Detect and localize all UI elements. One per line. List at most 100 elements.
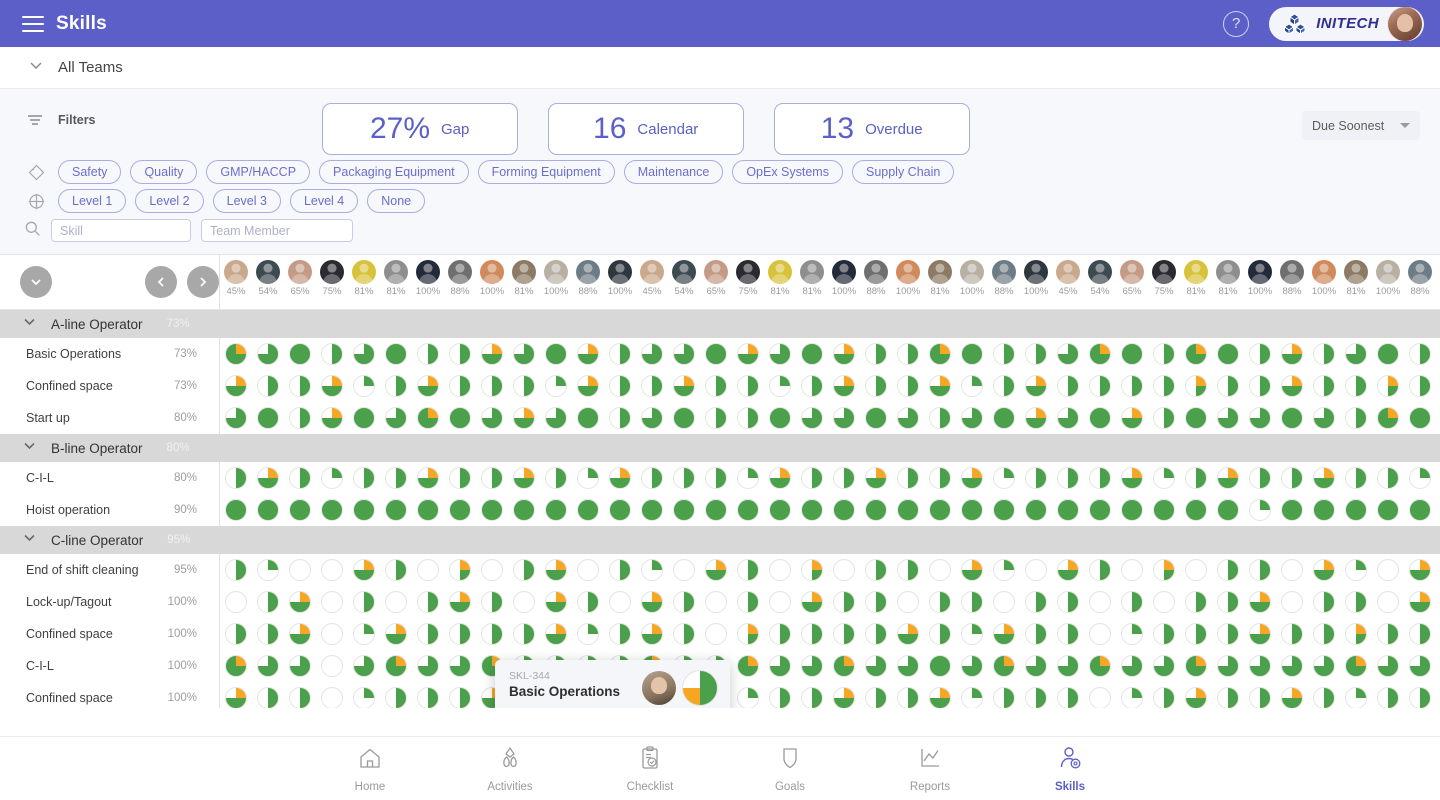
- matrix-cell[interactable]: [508, 467, 540, 489]
- person-column[interactable]: 100%: [1372, 260, 1404, 297]
- matrix-cell[interactable]: [316, 407, 348, 429]
- matrix-cell[interactable]: [220, 655, 252, 677]
- person-avatar[interactable]: [1184, 260, 1208, 284]
- matrix-cell[interactable]: [412, 623, 444, 645]
- matrix-cell[interactable]: [1212, 467, 1244, 489]
- matrix-cell[interactable]: [828, 343, 860, 365]
- person-avatar[interactable]: [1248, 260, 1272, 284]
- matrix-cell[interactable]: [1276, 591, 1308, 613]
- person-avatar[interactable]: [928, 260, 952, 284]
- matrix-cell[interactable]: [956, 407, 988, 429]
- person-avatar[interactable]: [1024, 260, 1048, 284]
- nav-item-checklist[interactable]: Checklist: [580, 745, 720, 793]
- person-avatar[interactable]: [1280, 260, 1304, 284]
- matrix-cell[interactable]: [252, 591, 284, 613]
- person-avatar[interactable]: [1312, 260, 1336, 284]
- matrix-cell[interactable]: [1180, 343, 1212, 365]
- person-avatar[interactable]: [768, 260, 792, 284]
- matrix-cell[interactable]: [636, 559, 668, 581]
- skill-row[interactable]: Confined space 100%: [0, 618, 1440, 650]
- matrix-cell[interactable]: [988, 499, 1020, 521]
- matrix-cell[interactable]: [828, 499, 860, 521]
- matrix-cell[interactable]: [1276, 407, 1308, 429]
- matrix-cell[interactable]: [1212, 655, 1244, 677]
- matrix-cell[interactable]: [700, 375, 732, 397]
- person-avatar[interactable]: [608, 260, 632, 284]
- matrix-cell[interactable]: [1340, 467, 1372, 489]
- matrix-cell[interactable]: [1244, 407, 1276, 429]
- matrix-cell[interactable]: [348, 375, 380, 397]
- matrix-cell[interactable]: [668, 559, 700, 581]
- matrix-cell[interactable]: [828, 407, 860, 429]
- level-chip-2[interactable]: Level 3: [212, 189, 281, 213]
- matrix-cell[interactable]: [1244, 559, 1276, 581]
- tag-chip-3[interactable]: Packaging Equipment: [319, 160, 469, 184]
- matrix-cell[interactable]: [252, 343, 284, 365]
- matrix-cell[interactable]: [1020, 655, 1052, 677]
- matrix-cell[interactable]: [828, 623, 860, 645]
- scroll-next-button[interactable]: [187, 266, 219, 298]
- person-avatar[interactable]: [736, 260, 760, 284]
- matrix-cell[interactable]: [1372, 623, 1404, 645]
- matrix-cell[interactable]: [1276, 375, 1308, 397]
- person-column[interactable]: 88%: [572, 260, 604, 297]
- skill-detail-popup[interactable]: SKL-344 Basic Operations Tom Jones Targe…: [495, 660, 730, 708]
- chevron-down-icon[interactable]: [28, 57, 44, 78]
- matrix-cell[interactable]: [1020, 499, 1052, 521]
- matrix-cell[interactable]: [1148, 623, 1180, 645]
- matrix-cell[interactable]: [1276, 687, 1308, 708]
- person-column[interactable]: 81%: [764, 260, 796, 297]
- matrix-cell[interactable]: [860, 591, 892, 613]
- person-avatar[interactable]: [1056, 260, 1080, 284]
- matrix-cell[interactable]: [764, 623, 796, 645]
- level-chip-1[interactable]: Level 2: [135, 189, 204, 213]
- user-avatar[interactable]: [1388, 6, 1422, 41]
- matrix-cell[interactable]: [796, 343, 828, 365]
- matrix-cell[interactable]: [1084, 591, 1116, 613]
- matrix-cell[interactable]: [988, 343, 1020, 365]
- person-avatar[interactable]: [224, 260, 248, 284]
- matrix-cell[interactable]: [1340, 687, 1372, 708]
- matrix-cell[interactable]: [1052, 687, 1084, 708]
- person-column[interactable]: 88%: [1276, 260, 1308, 297]
- matrix-cell[interactable]: [220, 499, 252, 521]
- matrix-cell[interactable]: [796, 623, 828, 645]
- matrix-cell[interactable]: [1404, 343, 1436, 365]
- group-header[interactable]: C-line Operator 95%: [0, 526, 1440, 554]
- matrix-cell[interactable]: [1180, 655, 1212, 677]
- matrix-cell[interactable]: [284, 559, 316, 581]
- person-column[interactable]: 100%: [1020, 260, 1052, 297]
- matrix-cell[interactable]: [764, 559, 796, 581]
- skills-matrix[interactable]: A-line Operator 73% Basic Operations 73% Con…: [0, 310, 1440, 708]
- matrix-cell[interactable]: [1404, 655, 1436, 677]
- matrix-cell[interactable]: [1084, 407, 1116, 429]
- matrix-cell[interactable]: [988, 467, 1020, 489]
- person-column[interactable]: 45%: [636, 260, 668, 297]
- matrix-cell[interactable]: [1116, 655, 1148, 677]
- matrix-cell[interactable]: [1084, 687, 1116, 708]
- matrix-cell[interactable]: [1148, 375, 1180, 397]
- matrix-cell[interactable]: [956, 375, 988, 397]
- matrix-cell[interactable]: [732, 559, 764, 581]
- matrix-cell[interactable]: [924, 623, 956, 645]
- matrix-cell[interactable]: [1372, 687, 1404, 708]
- matrix-cell[interactable]: [636, 499, 668, 521]
- matrix-cell[interactable]: [1340, 375, 1372, 397]
- matrix-cell[interactable]: [508, 591, 540, 613]
- kpi-card-calendar[interactable]: 16 Calendar: [547, 103, 744, 155]
- matrix-cell[interactable]: [380, 343, 412, 365]
- matrix-cell[interactable]: [316, 467, 348, 489]
- matrix-cell[interactable]: [700, 591, 732, 613]
- matrix-cell[interactable]: [220, 467, 252, 489]
- matrix-cell[interactable]: [1276, 655, 1308, 677]
- matrix-cell[interactable]: [988, 655, 1020, 677]
- matrix-cell[interactable]: [1116, 467, 1148, 489]
- matrix-cell[interactable]: [796, 591, 828, 613]
- matrix-cell[interactable]: [924, 687, 956, 708]
- matrix-cell[interactable]: [988, 407, 1020, 429]
- matrix-cell[interactable]: [924, 343, 956, 365]
- person-avatar[interactable]: [704, 260, 728, 284]
- matrix-cell[interactable]: [924, 407, 956, 429]
- person-column[interactable]: 100%: [892, 260, 924, 297]
- matrix-cell[interactable]: [380, 623, 412, 645]
